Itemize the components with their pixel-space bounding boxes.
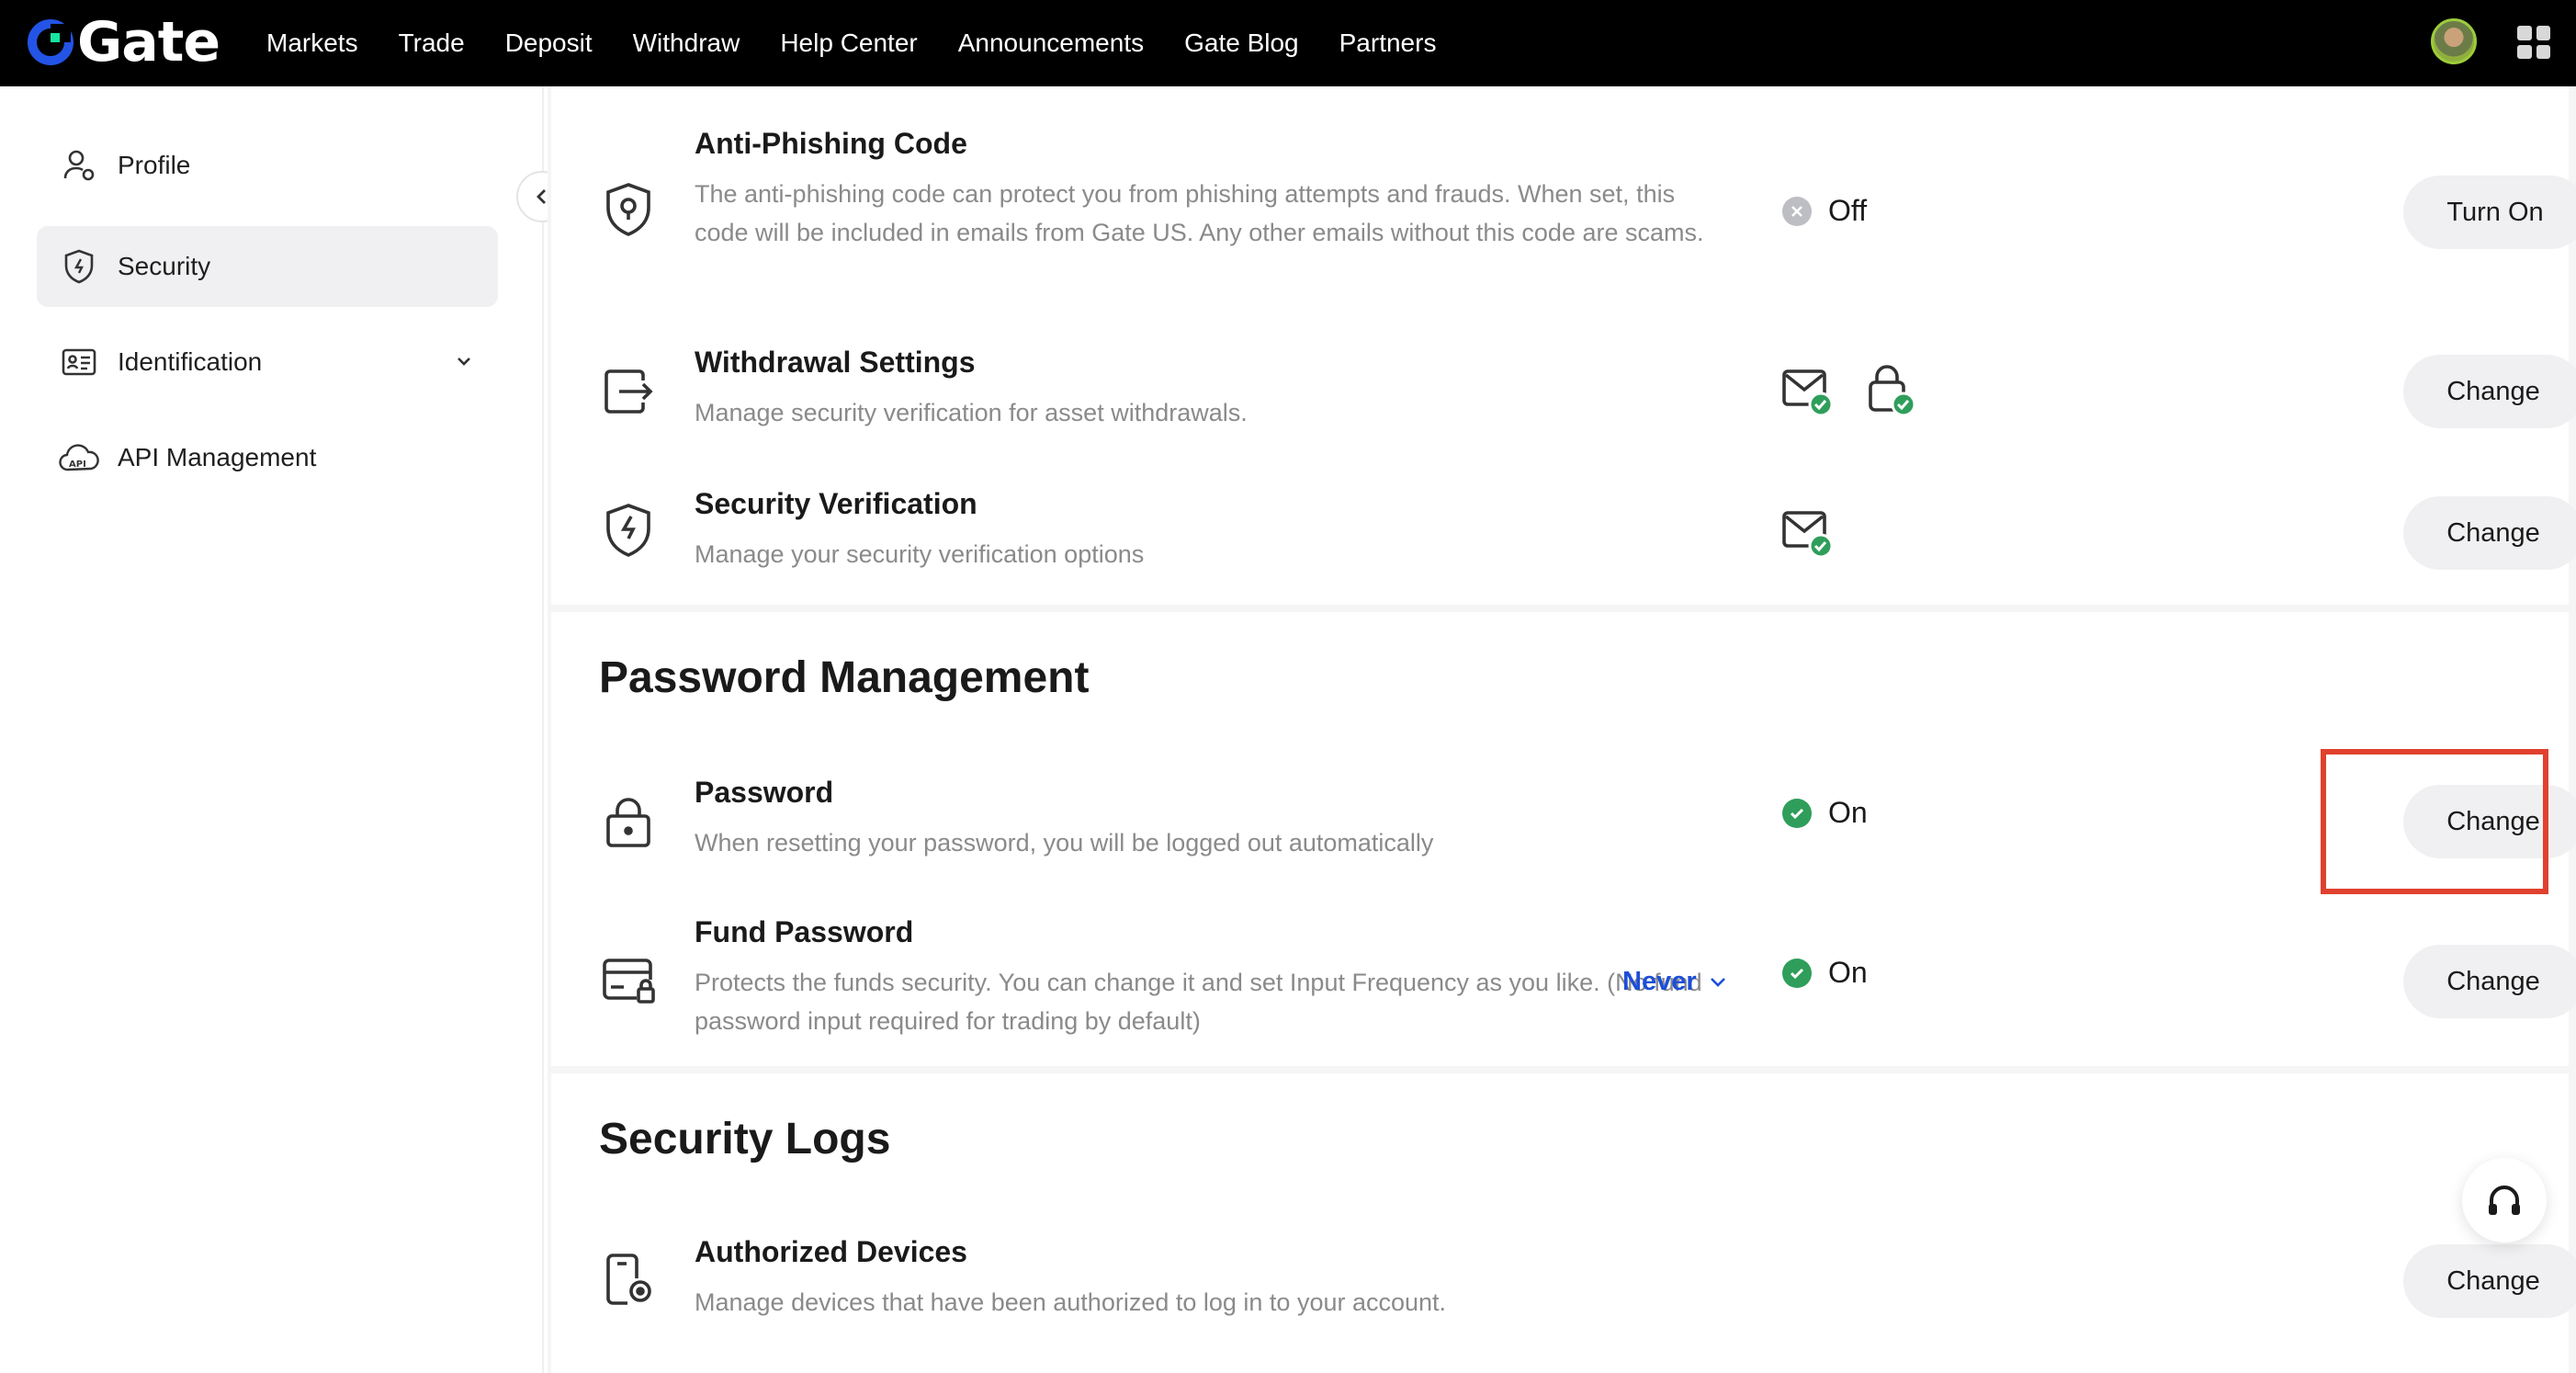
chevron-down-icon[interactable] xyxy=(452,349,476,378)
sidebar-item-api-management[interactable]: API API Management xyxy=(37,417,498,498)
password-management-card: Password Management Password When resett… xyxy=(551,612,2576,1066)
main-nav: Markets Trade Deposit Withdraw Help Cent… xyxy=(266,0,1476,86)
security-logs-heading: Security Logs xyxy=(599,1115,891,1163)
password-status-text: On xyxy=(1828,796,1868,829)
change-authorized-devices-button[interactable]: Change xyxy=(2403,1244,2576,1318)
security-verification-shield-icon xyxy=(599,502,658,561)
lock-verified-icon xyxy=(1865,362,1920,417)
withdrawal-settings-description: Manage security verification for asset w… xyxy=(695,399,1248,426)
check-circle-icon xyxy=(1782,798,1812,828)
user-avatar[interactable] xyxy=(2431,18,2477,64)
gate-logo-icon xyxy=(28,19,73,65)
password-description: When resetting your password, you will b… xyxy=(695,829,1434,857)
highlight-box xyxy=(2321,749,2548,894)
sidebar-item-identification[interactable]: Identification xyxy=(37,322,498,403)
shield-icon xyxy=(59,246,99,287)
sidebar-item-label: Profile xyxy=(118,151,191,179)
chevron-down-icon xyxy=(1710,977,1725,987)
input-frequency-value: Never xyxy=(1622,967,1697,996)
sidebar-item-label: API Management xyxy=(118,443,317,471)
anti-phishing-status-text: Off xyxy=(1828,194,1868,227)
anti-phishing-title: Anti-Phishing Code xyxy=(695,127,967,160)
customer-support-button[interactable] xyxy=(2462,1158,2547,1243)
security-verification-description: Manage your security verification option… xyxy=(695,540,1145,568)
authorized-devices-description: Manage devices that have been authorized… xyxy=(695,1288,1447,1316)
change-withdrawal-settings-button[interactable]: Change xyxy=(2403,355,2576,428)
sidebar: Profile Security Identification API API … xyxy=(0,86,544,1373)
user-icon xyxy=(59,145,99,186)
id-card-icon xyxy=(59,342,99,382)
security-settings-card: Anti-Phishing Code The anti-phishing cod… xyxy=(551,86,2576,605)
api-cloud-icon: API xyxy=(59,437,99,478)
email-verified-icon xyxy=(1780,505,1836,561)
close-circle-icon xyxy=(1782,196,1812,226)
main-content: Anti-Phishing Code The anti-phishing cod… xyxy=(548,86,2576,1373)
lock-icon xyxy=(599,792,658,851)
security-verification-title: Security Verification xyxy=(695,487,977,520)
nav-help-center[interactable]: Help Center xyxy=(780,28,917,58)
authorized-devices-title: Authorized Devices xyxy=(695,1235,967,1268)
nav-gate-blog[interactable]: Gate Blog xyxy=(1184,28,1299,58)
anti-phishing-shield-icon xyxy=(599,180,658,239)
sidebar-item-profile[interactable]: Profile xyxy=(37,125,498,206)
anti-phishing-description: The anti-phishing code can protect you f… xyxy=(695,180,1704,246)
svg-text:API: API xyxy=(69,460,86,470)
nav-announcements[interactable]: Announcements xyxy=(958,28,1144,58)
nav-trade[interactable]: Trade xyxy=(399,28,465,58)
sidebar-item-label: Identification xyxy=(118,347,263,376)
anti-phishing-status: Off xyxy=(1782,194,1867,228)
password-title: Password xyxy=(695,776,834,809)
security-logs-card: Security Logs Authorized Devices Manage … xyxy=(551,1073,2576,1373)
nav-withdraw[interactable]: Withdraw xyxy=(633,28,740,58)
email-verified-icon xyxy=(1780,364,1836,419)
input-frequency-dropdown[interactable]: Never xyxy=(1622,967,1730,997)
headset-icon xyxy=(2489,1186,2520,1215)
nav-partners[interactable]: Partners xyxy=(1339,28,1437,58)
nav-markets[interactable]: Markets xyxy=(266,28,358,58)
change-security-verification-button[interactable]: Change xyxy=(2403,496,2576,570)
fund-password-status: On xyxy=(1782,956,1868,990)
change-fund-password-button[interactable]: Change xyxy=(2403,945,2576,1018)
password-status: On xyxy=(1782,796,1868,830)
authorized-devices-icon xyxy=(599,1250,658,1309)
password-management-heading: Password Management xyxy=(599,653,1090,702)
sidebar-item-label: Security xyxy=(118,252,211,280)
apps-grid-icon[interactable] xyxy=(2517,26,2550,59)
fund-password-title: Fund Password xyxy=(695,915,914,948)
fund-password-card-icon xyxy=(599,950,658,1009)
fund-password-description: Protects the funds security. You can cha… xyxy=(695,969,1702,1035)
top-navigation-bar: Gate Markets Trade Deposit Withdraw Help… xyxy=(0,0,2576,86)
gate-logo[interactable]: Gate xyxy=(28,10,220,74)
check-circle-icon xyxy=(1782,958,1812,988)
withdrawal-settings-title: Withdrawal Settings xyxy=(695,346,976,379)
withdrawal-transfer-icon xyxy=(599,362,658,421)
nav-deposit[interactable]: Deposit xyxy=(505,28,593,58)
turn-on-anti-phishing-button[interactable]: Turn On xyxy=(2403,176,2576,249)
fund-password-status-text: On xyxy=(1828,956,1868,989)
logo-text: Gate xyxy=(77,10,220,74)
sidebar-item-security[interactable]: Security xyxy=(37,226,498,307)
